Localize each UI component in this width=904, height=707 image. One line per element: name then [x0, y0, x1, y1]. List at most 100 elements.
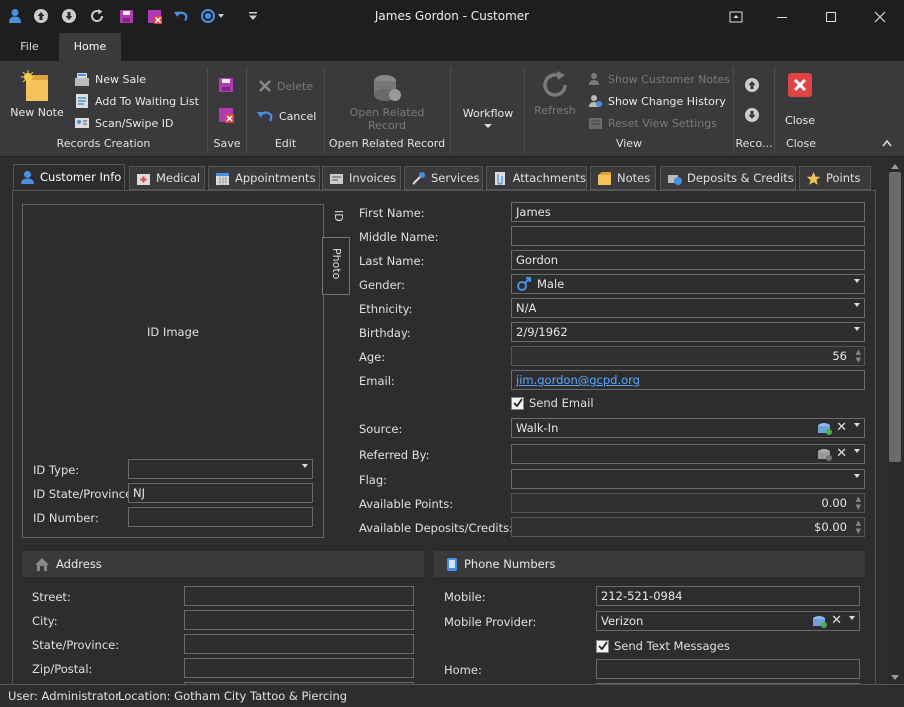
add-waiting-list-button[interactable]: Add To Waiting List: [74, 92, 199, 110]
tab-attachments[interactable]: Attachments: [486, 166, 587, 190]
first-name-input[interactable]: James: [511, 202, 865, 222]
arrow-up-circle-icon[interactable]: [32, 7, 50, 25]
reset-view-settings-button[interactable]: Reset View Settings: [588, 114, 717, 132]
vtab-id[interactable]: ID: [332, 210, 345, 222]
email-input[interactable]: jim.gordon@gcpd.org: [511, 370, 865, 390]
city-input[interactable]: [184, 610, 414, 630]
chevron-down-icon[interactable]: [849, 616, 855, 620]
email-label: Email:: [359, 374, 395, 388]
street-input[interactable]: [184, 586, 414, 606]
email-link[interactable]: jim.gordon@gcpd.org: [516, 373, 640, 387]
home-phone-label: Home:: [444, 663, 482, 677]
close-window-icon[interactable]: [857, 0, 903, 33]
save-close-button[interactable]: [218, 107, 234, 126]
id-type-select[interactable]: [128, 459, 313, 479]
refresh-icon[interactable]: [88, 7, 106, 25]
maximize-icon[interactable]: [808, 0, 854, 33]
show-change-history-button[interactable]: Show Change History: [588, 92, 726, 110]
ribbon-display-icon[interactable]: [713, 0, 759, 33]
source-select[interactable]: Walk-In ✕: [511, 418, 865, 438]
street-label: Street:: [32, 590, 71, 604]
next-record-button[interactable]: [744, 107, 760, 126]
chevron-down-icon: [484, 124, 492, 128]
cancel-label: Cancel: [279, 109, 317, 123]
send-email-checkbox[interactable]: Send Email: [511, 396, 594, 410]
mobile-input[interactable]: 212-521-0984: [596, 586, 860, 606]
home-phone-input[interactable]: [596, 659, 860, 679]
chevron-down-icon: [854, 303, 860, 307]
save-button[interactable]: [218, 77, 234, 96]
open-related-icon[interactable]: [816, 447, 832, 462]
customer-form: Customer Info Medical Appointments Invoi…: [0, 158, 886, 684]
save-icon[interactable]: [117, 7, 135, 25]
scan-swipe-id-button[interactable]: Scan/Swipe ID: [74, 114, 173, 132]
birthday-picker[interactable]: 2/9/1962: [511, 322, 865, 342]
scrollbar-thumb[interactable]: [889, 172, 901, 462]
tab-services[interactable]: Services: [404, 166, 483, 190]
tab-deposits-credits[interactable]: Deposits & Credits: [660, 166, 796, 190]
middle-name-label: Middle Name:: [359, 230, 439, 244]
last-name-input[interactable]: Gordon: [511, 250, 865, 270]
tab-notes[interactable]: Notes: [590, 166, 656, 190]
save-close-icon[interactable]: [145, 7, 163, 25]
gender-select[interactable]: Male: [511, 274, 865, 294]
flag-select[interactable]: [511, 469, 865, 489]
clear-icon[interactable]: ✕: [831, 613, 842, 628]
chevron-down-icon[interactable]: [854, 449, 860, 453]
new-note-button[interactable]: New Note: [8, 69, 66, 119]
tab-invoices[interactable]: Invoices: [322, 166, 401, 190]
close-record-button[interactable]: Close: [780, 71, 820, 127]
zip-input[interactable]: [184, 658, 414, 678]
id-number-input[interactable]: [128, 507, 313, 527]
last-name-label: Last Name:: [359, 254, 425, 268]
tab-home[interactable]: Home: [59, 33, 121, 61]
tab-label: Deposits & Credits: [687, 171, 794, 185]
age-label: Age:: [359, 350, 386, 364]
collapse-ribbon-icon[interactable]: [882, 137, 892, 150]
state-input[interactable]: [184, 634, 414, 654]
minimize-icon[interactable]: [759, 0, 805, 33]
tab-medical[interactable]: Medical: [129, 166, 205, 190]
clear-icon[interactable]: ✕: [836, 420, 847, 435]
ethnicity-select[interactable]: N/A: [511, 298, 865, 318]
show-customer-notes-button[interactable]: Show Customer Notes: [588, 70, 730, 88]
id-state-label: ID State/Province:: [33, 487, 137, 501]
vtab-photo[interactable]: Photo: [322, 237, 350, 295]
ribbon-tab-bar: File Home: [0, 33, 904, 61]
new-sale-button[interactable]: New Sale: [74, 70, 146, 88]
open-related-icon[interactable]: [816, 421, 832, 436]
mobile-provider-select[interactable]: Verizon ✕: [596, 611, 860, 631]
tab-label: Customer Info: [40, 170, 122, 184]
record-dropdown-icon[interactable]: [200, 7, 228, 25]
customize-qat-icon[interactable]: [244, 7, 262, 25]
open-related-record-button[interactable]: Open Related Record: [340, 71, 434, 132]
id-image-placeholder[interactable]: ID Image: [23, 325, 323, 339]
previous-record-button[interactable]: [744, 77, 760, 96]
workflow-button[interactable]: Workflow: [458, 107, 518, 133]
tab-appointments[interactable]: Appointments: [208, 166, 320, 190]
delete-button[interactable]: Delete: [258, 77, 313, 95]
chevron-down-icon[interactable]: [854, 423, 860, 427]
star-icon: [806, 171, 821, 185]
clear-icon[interactable]: ✕: [836, 446, 847, 461]
tab-label: Services: [431, 171, 480, 185]
send-text-checkbox[interactable]: Send Text Messages: [596, 639, 730, 653]
vtab-photo-label: Photo: [330, 248, 343, 280]
user-icon[interactable]: [6, 7, 24, 25]
middle-name-input[interactable]: [511, 226, 865, 246]
age-value: 56: [832, 349, 847, 363]
tab-customer-info[interactable]: Customer Info: [13, 164, 125, 190]
refresh-button[interactable]: Refresh: [530, 69, 580, 117]
tab-file[interactable]: File: [0, 33, 59, 61]
tab-label: Notes: [617, 171, 651, 185]
chevron-down-icon: [854, 327, 860, 331]
customer-notes-icon: [589, 72, 599, 85]
open-related-icon[interactable]: [811, 614, 827, 629]
arrow-down-circle-icon[interactable]: [60, 7, 78, 25]
referred-by-select[interactable]: ✕: [511, 444, 865, 464]
undo-icon[interactable]: [172, 7, 190, 25]
id-state-input[interactable]: NJ: [128, 483, 313, 503]
cancel-button[interactable]: Cancel: [256, 107, 316, 125]
tab-points[interactable]: Points: [799, 166, 871, 190]
house-icon: [35, 557, 49, 571]
